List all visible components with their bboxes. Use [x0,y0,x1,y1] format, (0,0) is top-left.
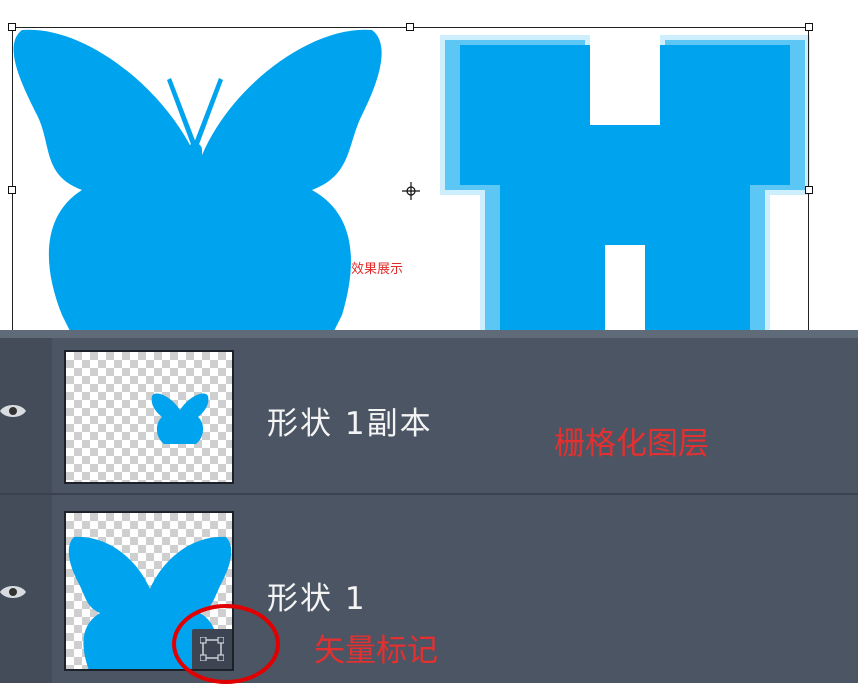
transform-handle-top-left[interactable] [8,23,16,31]
eye-icon[interactable] [0,402,26,420]
layer-thumbnail[interactable] [64,350,234,484]
eye-icon[interactable] [0,583,26,601]
highlight-circle [172,604,280,684]
document-canvas[interactable]: 效果展示 [0,0,858,330]
transform-bounding-box[interactable] [12,27,809,330]
layer-name[interactable]: 形状 1副本 [267,398,433,443]
butterfly-small-icon [151,393,209,444]
reference-point-icon[interactable] [402,182,420,200]
transform-handle-middle-right[interactable] [805,186,813,194]
visibility-column [0,330,52,683]
transform-handle-top-right[interactable] [805,23,813,31]
transform-handle-middle-left[interactable] [8,186,16,194]
layers-panel: 形状 1副本 栅格化图层 形状 1 矢量标记 [0,330,858,684]
transform-handle-top-center[interactable] [406,23,414,31]
layer-annotation: 栅格化图层 [554,426,709,462]
row-divider [0,330,858,338]
layer-annotation: 矢量标记 [314,633,438,669]
canvas-caption: 效果展示 [351,262,404,277]
layer-row[interactable]: 形状 1副本 栅格化图层 [0,338,858,495]
